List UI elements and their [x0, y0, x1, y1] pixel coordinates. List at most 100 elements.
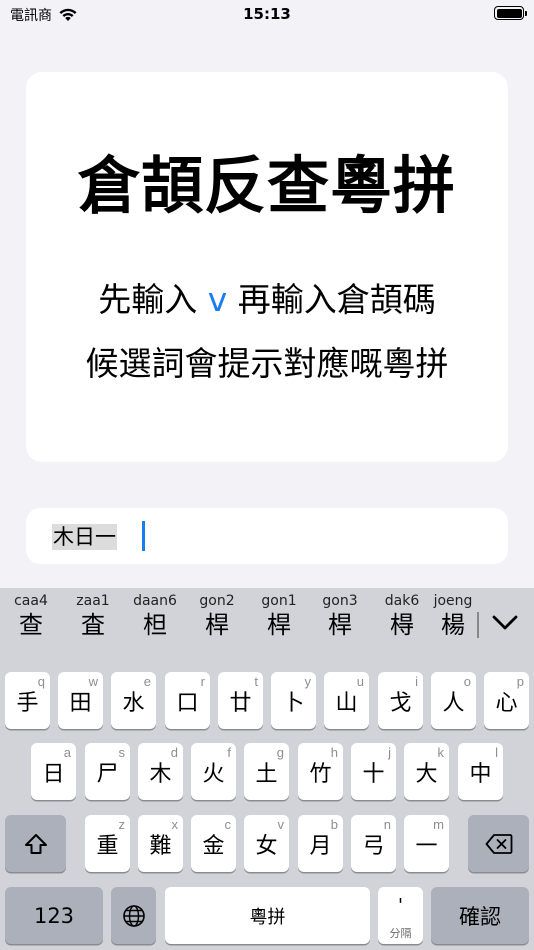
- key-hint: l: [495, 745, 498, 760]
- shift-key[interactable]: [5, 815, 66, 872]
- key-x[interactable]: x難: [138, 815, 183, 872]
- numbers-key-label: 123: [33, 903, 75, 928]
- candidate[interactable]: zaa1 査: [63, 592, 123, 640]
- chevron-down-icon[interactable]: [490, 610, 520, 634]
- info-card: 倉頡反查粵拼 先輸入 v 再輸入倉頡碼 候選詞會提示對應嘅粵拼: [26, 72, 508, 462]
- key-o[interactable]: o人: [431, 672, 476, 729]
- key-hint: a: [63, 745, 71, 760]
- key-q[interactable]: q手: [5, 672, 50, 729]
- key-hint: v: [277, 817, 285, 832]
- key-r[interactable]: r口: [165, 672, 210, 729]
- key-hint: w: [88, 674, 98, 689]
- candidate[interactable]: gon1 桿: [249, 592, 309, 640]
- key-d[interactable]: d木: [138, 743, 183, 800]
- key-j[interactable]: j十: [351, 743, 396, 800]
- separator-key[interactable]: ' 分隔: [378, 887, 423, 944]
- candidate-romanization: gon1: [261, 593, 297, 609]
- key-y[interactable]: y卜: [271, 672, 316, 729]
- candidate[interactable]: daan6 柦: [125, 592, 185, 640]
- key-label: 手: [16, 690, 39, 716]
- key-hint: z: [118, 817, 126, 832]
- key-b[interactable]: b月: [298, 815, 343, 872]
- key-label: 難: [149, 833, 172, 859]
- delete-key[interactable]: [468, 815, 529, 872]
- key-label: 水: [122, 690, 145, 716]
- card-title: 倉頡反查粵拼: [77, 149, 456, 222]
- candidate-character: 楊: [441, 611, 465, 639]
- key-hint: u: [356, 674, 364, 689]
- key-hint: k: [437, 745, 445, 760]
- candidate[interactable]: dak6 棏: [372, 592, 432, 640]
- numbers-key[interactable]: 123: [5, 887, 103, 944]
- key-label: 火: [202, 761, 225, 787]
- key-v[interactable]: v女: [244, 815, 289, 872]
- key-c[interactable]: c金: [191, 815, 236, 872]
- candidate-romanization: caa4: [14, 593, 48, 609]
- key-label: 女: [255, 833, 278, 859]
- candidate-character: 桿: [205, 611, 229, 639]
- key-hint: n: [383, 817, 391, 832]
- separator-label: 分隔: [389, 927, 412, 940]
- candidate-romanization: daan6: [133, 593, 177, 609]
- space-key-label: 粵拼: [249, 906, 286, 928]
- key-label: 尸: [96, 761, 119, 787]
- key-label: 口: [176, 690, 199, 716]
- battery-icon: [494, 6, 527, 20]
- key-h[interactable]: h竹: [298, 743, 343, 800]
- key-t[interactable]: t廿: [218, 672, 263, 729]
- key-hint: h: [330, 745, 338, 760]
- confirm-key[interactable]: 確認: [431, 887, 529, 944]
- key-n[interactable]: n弓: [351, 815, 396, 872]
- candidate-character: 柦: [143, 611, 167, 639]
- key-e[interactable]: e水: [111, 672, 156, 729]
- key-f[interactable]: f火: [191, 743, 236, 800]
- instruction-key: v: [207, 280, 228, 319]
- key-label: 中: [469, 761, 492, 787]
- key-k[interactable]: k大: [404, 743, 449, 800]
- text-caret: [142, 521, 145, 551]
- clock: 15:13: [243, 5, 291, 23]
- key-l[interactable]: l中: [458, 743, 503, 800]
- key-m[interactable]: m一: [404, 815, 449, 872]
- space-key[interactable]: 粵拼: [165, 887, 370, 944]
- key-z[interactable]: z重: [85, 815, 130, 872]
- key-hint: p: [516, 674, 524, 689]
- key-label: 重: [96, 833, 119, 859]
- key-label: 月: [309, 833, 332, 859]
- key-hint: e: [143, 674, 151, 689]
- key-i[interactable]: i戈: [378, 672, 423, 729]
- key-hint: d: [170, 745, 178, 760]
- instruction-prefix: 先輸入: [98, 280, 198, 319]
- candidate-divider: [477, 612, 479, 638]
- candidate-romanization: zaa1: [76, 593, 110, 609]
- candidate[interactable]: gon2 桿: [187, 592, 247, 640]
- delete-icon: [485, 833, 512, 854]
- key-s[interactable]: s尸: [85, 743, 130, 800]
- key-u[interactable]: u山: [324, 672, 369, 729]
- key-a[interactable]: a日: [31, 743, 76, 800]
- key-w[interactable]: w田: [58, 672, 103, 729]
- candidate[interactable]: joeng 楊: [428, 592, 478, 640]
- candidate-character: 査: [81, 611, 105, 639]
- key-hint: c: [224, 817, 232, 832]
- key-hint: j: [388, 745, 391, 760]
- key-label: 大: [415, 761, 438, 787]
- key-p[interactable]: p心: [484, 672, 529, 729]
- key-hint: i: [415, 674, 418, 689]
- globe-key[interactable]: [111, 887, 156, 944]
- candidate-romanization: dak6: [384, 593, 420, 609]
- instruction-line-1: 先輸入 v 再輸入倉頡碼: [26, 278, 508, 322]
- key-hint: r: [200, 674, 205, 689]
- key-label: 人: [442, 690, 465, 716]
- key-hint: q: [37, 674, 45, 689]
- candidate[interactable]: gon3 桿: [310, 592, 370, 640]
- key-g[interactable]: g土: [244, 743, 289, 800]
- text-input[interactable]: 木日一: [26, 508, 508, 564]
- key-label: 日: [42, 761, 65, 787]
- candidate-character: 桿: [328, 611, 352, 639]
- key-hint: t: [254, 674, 258, 689]
- candidate[interactable]: caa4 查: [1, 592, 61, 640]
- separator-symbol: ': [398, 895, 403, 916]
- key-label: 戈: [389, 690, 412, 716]
- candidate-character: 查: [19, 611, 43, 639]
